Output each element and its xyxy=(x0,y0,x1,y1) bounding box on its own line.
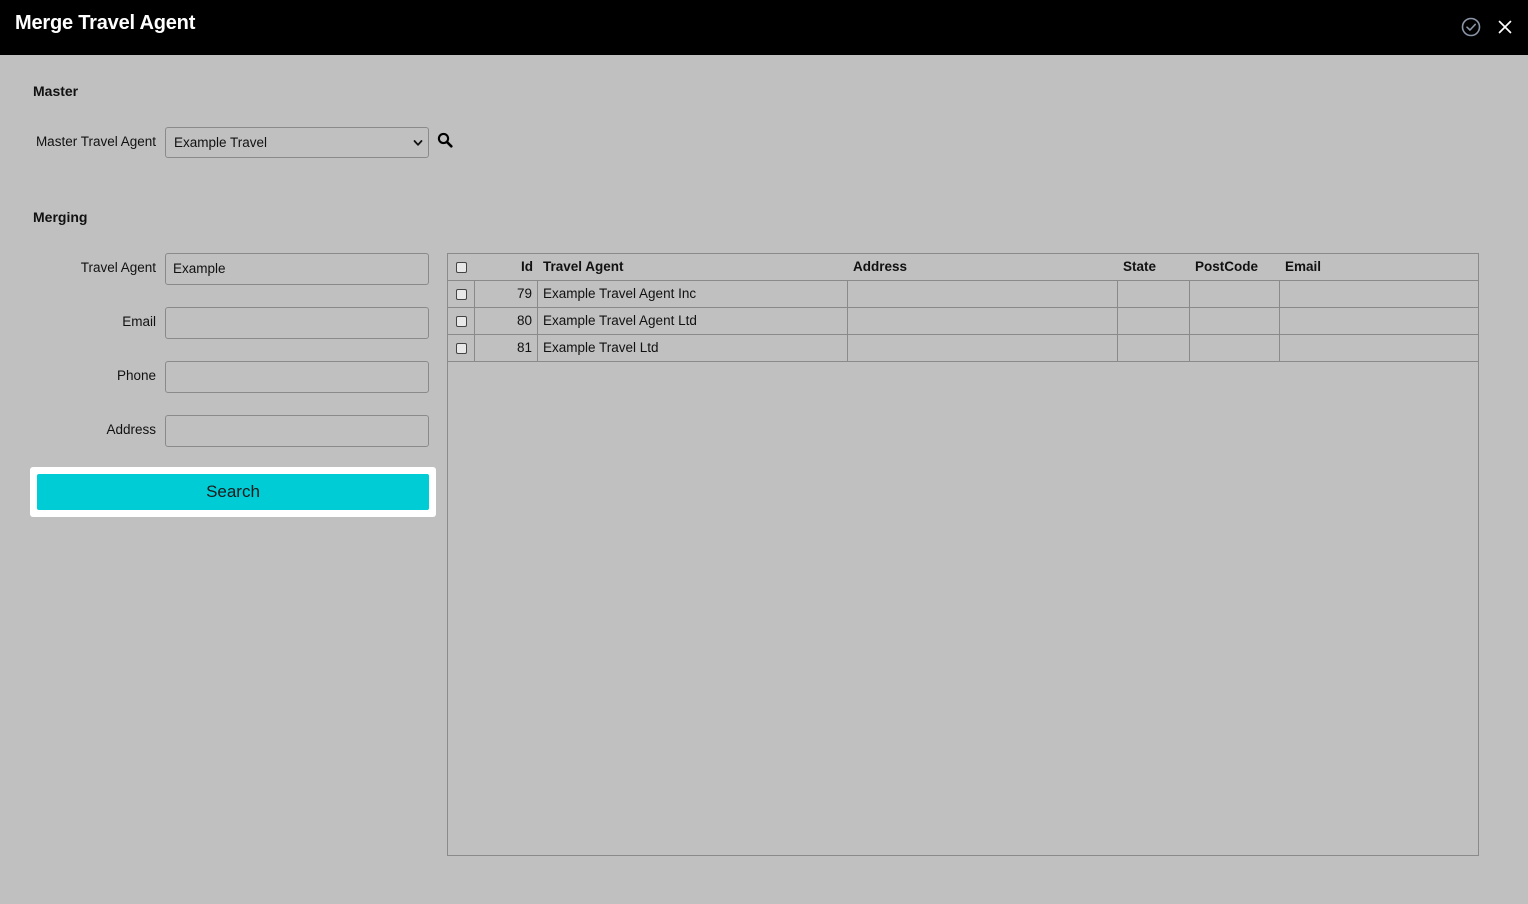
search-icon[interactable] xyxy=(437,132,453,148)
cell-postcode xyxy=(1190,335,1280,361)
check-circle-icon[interactable] xyxy=(1460,16,1482,38)
cell-address xyxy=(848,308,1118,334)
phone-input[interactable] xyxy=(165,361,429,393)
table-row[interactable]: 81 Example Travel Ltd xyxy=(448,335,1478,362)
table-row[interactable]: 79 Example Travel Agent Inc xyxy=(448,281,1478,308)
email-input[interactable] xyxy=(165,307,429,339)
cell-travel-agent: Example Travel Agent Inc xyxy=(538,281,848,307)
cell-email xyxy=(1280,281,1478,307)
cell-email xyxy=(1280,308,1478,334)
grid-header: Id Travel Agent Address State PostCode E… xyxy=(448,254,1478,281)
column-header-postcode[interactable]: PostCode xyxy=(1190,254,1280,280)
phone-label: Phone xyxy=(116,368,156,383)
column-header-travel-agent[interactable]: Travel Agent xyxy=(538,254,848,280)
row-checkbox[interactable] xyxy=(456,316,467,327)
cell-postcode xyxy=(1190,308,1280,334)
cell-state xyxy=(1118,281,1190,307)
cell-id: 79 xyxy=(475,281,538,307)
column-header-id[interactable]: Id xyxy=(475,254,538,280)
window-title: Merge Travel Agent xyxy=(15,12,196,34)
travel-agent-label: Travel Agent xyxy=(80,260,156,275)
cell-id: 81 xyxy=(475,335,538,361)
cell-id: 80 xyxy=(475,308,538,334)
cell-travel-agent: Example Travel Ltd xyxy=(538,335,848,361)
row-checkbox[interactable] xyxy=(456,289,467,300)
close-icon[interactable] xyxy=(1494,16,1516,38)
row-select-cell xyxy=(448,335,475,361)
select-all-checkbox[interactable] xyxy=(456,262,467,273)
row-select-cell xyxy=(448,281,475,307)
column-header-state[interactable]: State xyxy=(1118,254,1190,280)
master-agent-select[interactable]: Example Travel xyxy=(165,127,429,158)
cell-email xyxy=(1280,335,1478,361)
master-agent-label: Master Travel Agent xyxy=(35,134,156,149)
email-label: Email xyxy=(122,314,156,329)
travel-agent-input[interactable]: Example xyxy=(165,253,429,285)
merging-heading: Merging xyxy=(33,209,88,225)
cell-state xyxy=(1118,335,1190,361)
row-checkbox[interactable] xyxy=(456,343,467,354)
select-all-cell xyxy=(448,254,475,280)
master-agent-selected: Example Travel xyxy=(174,135,268,150)
row-select-cell xyxy=(448,308,475,334)
master-heading: Master xyxy=(33,83,79,99)
cell-address xyxy=(848,281,1118,307)
address-input[interactable] xyxy=(165,415,429,447)
results-grid: Id Travel Agent Address State PostCode E… xyxy=(447,253,1479,856)
address-label: Address xyxy=(106,422,156,437)
chevron-down-icon xyxy=(413,140,423,146)
cell-postcode xyxy=(1190,281,1280,307)
search-button[interactable]: Search xyxy=(37,474,429,510)
title-bar: Merge Travel Agent xyxy=(0,0,1528,55)
table-row[interactable]: 80 Example Travel Agent Ltd xyxy=(448,308,1478,335)
cell-address xyxy=(848,335,1118,361)
column-header-email[interactable]: Email xyxy=(1280,254,1478,280)
cell-travel-agent: Example Travel Agent Ltd xyxy=(538,308,848,334)
column-header-address[interactable]: Address xyxy=(848,254,1118,280)
cell-state xyxy=(1118,308,1190,334)
